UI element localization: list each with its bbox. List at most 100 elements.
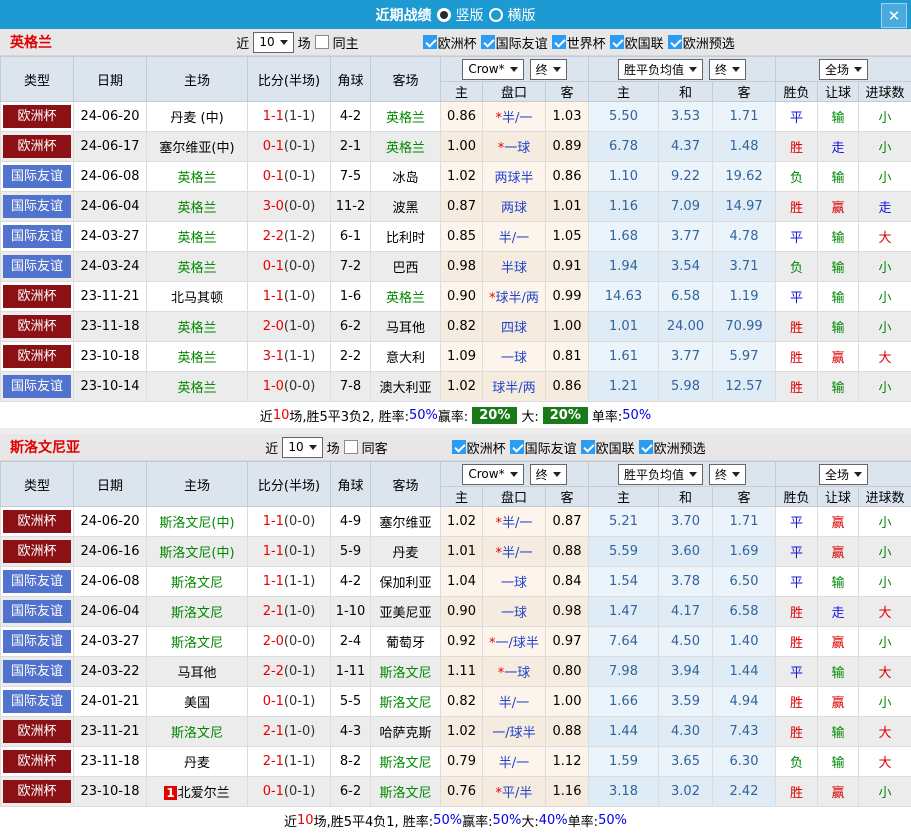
corner-cell: 4-2 [331, 567, 371, 597]
corner-cell: 6-2 [331, 777, 371, 807]
type-cell: 欧洲杯 [1, 102, 74, 132]
matches-suffix-label: 场 [327, 438, 340, 457]
vertical-layout-radio[interactable] [437, 8, 451, 22]
away-team-name: 英格兰 [386, 111, 425, 126]
home-team-name: 丹麦 [184, 756, 210, 771]
filter-bar: 近 10 场 同主 欧洲杯国际友谊世界杯欧国联欧洲预选 [236, 32, 734, 53]
home-handicap-odds-cell: 1.02 [441, 162, 483, 192]
type-cell: 欧洲杯 [1, 777, 74, 807]
chevron-down-icon [280, 40, 288, 45]
league-checkbox[interactable] [639, 440, 653, 454]
score-cell: 3-0(0-0) [248, 192, 331, 222]
handicap-result-cell: 输 [818, 312, 859, 342]
team-title: 斯洛文尼亚 [10, 437, 80, 457]
type-badge: 国际友谊 [3, 630, 71, 653]
handicap-cell: 一球 [483, 567, 546, 597]
league-checkbox[interactable] [481, 35, 495, 49]
type-badge: 欧洲杯 [3, 315, 71, 338]
win-odds-cell: 1.68 [589, 222, 659, 252]
bookmaker-select[interactable]: Crow* [462, 59, 523, 80]
home-team-name: 斯洛文尼(中) [159, 546, 234, 561]
result-cell: 胜 [776, 132, 818, 162]
league-checkbox[interactable] [610, 35, 624, 49]
away-team-cell: 马耳他 [371, 312, 441, 342]
league-checkbox[interactable] [581, 440, 595, 454]
matches-count-select[interactable]: 10 [282, 437, 322, 458]
away-team-cell: 英格兰 [371, 132, 441, 162]
away-team-cell: 冰岛 [371, 162, 441, 192]
league-label: 欧洲预选 [654, 438, 706, 457]
result-cell: 平 [776, 222, 818, 252]
league-checkbox[interactable] [423, 35, 437, 49]
away-handicap-odds-cell: 0.84 [546, 567, 589, 597]
home-handicap-odds-cell: 1.02 [441, 372, 483, 402]
away-team-name: 塞尔维亚 [379, 516, 431, 531]
matches-count-select[interactable]: 10 [253, 32, 293, 53]
same-venue-checkbox[interactable] [315, 35, 329, 49]
away-handicap-odds-cell: 0.87 [546, 507, 589, 537]
close-icon[interactable]: ✕ [881, 3, 907, 28]
draw-odds-cell: 3.59 [659, 687, 713, 717]
handicap-result-cell: 赢 [818, 507, 859, 537]
full-match-select[interactable]: 全场 [819, 464, 868, 485]
summary-segment: 10 [273, 408, 290, 423]
final-wdl-select[interactable]: 终 [709, 464, 746, 485]
wdl-average-select[interactable]: 胜平负均值 [618, 464, 703, 485]
type-cell: 欧洲杯 [1, 537, 74, 567]
vertical-layout-label: 竖版 [456, 5, 484, 25]
league-checkbox[interactable] [552, 35, 566, 49]
date-cell: 24-03-27 [74, 627, 147, 657]
final-odds-select[interactable]: 终 [530, 464, 567, 485]
result-cell: 平 [776, 102, 818, 132]
league-checkbox[interactable] [452, 440, 466, 454]
final-wdl-select[interactable]: 终 [709, 59, 746, 80]
full-time-score: 1-1 [263, 109, 284, 124]
near-label: 近 [236, 33, 249, 52]
win-odds-cell: 1.21 [589, 372, 659, 402]
league-checkbox[interactable] [510, 440, 524, 454]
handicap-value: 半/一 [502, 516, 532, 531]
summary-segment: 单率: [592, 406, 622, 425]
date-cell: 24-03-24 [74, 252, 147, 282]
away-handicap-odds-cell: 1.16 [546, 777, 589, 807]
wdl-average-select[interactable]: 胜平负均值 [618, 59, 703, 80]
half-time-score: (1-1) [284, 754, 315, 769]
full-time-score: 2-1 [263, 754, 284, 769]
home-team-name: 英格兰 [177, 381, 216, 396]
match-row: 国际友谊24-03-24英格兰0-1(0-0)7-2巴西0.98半球0.911.… [1, 252, 911, 282]
score-cell: 2-1(1-0) [248, 717, 331, 747]
home-handicap-odds-cell: 1.11 [441, 657, 483, 687]
full-time-score: 2-1 [263, 604, 284, 619]
away-team-cell: 比利时 [371, 222, 441, 252]
draw-odds-cell: 4.17 [659, 597, 713, 627]
handicap-value: 球半/两 [496, 291, 539, 306]
full-match-select[interactable]: 全场 [819, 59, 868, 80]
col-away: 客场 [371, 57, 441, 102]
draw-odds-cell: 7.09 [659, 192, 713, 222]
league-checkbox[interactable] [668, 35, 682, 49]
date-cell: 24-03-22 [74, 657, 147, 687]
draw-odds-cell: 3.77 [659, 222, 713, 252]
chevron-down-icon [854, 67, 862, 72]
sub-handicap: 盘口 [483, 82, 546, 102]
full-time-score: 3-0 [263, 199, 284, 214]
result-cell: 胜 [776, 717, 818, 747]
win-odds-cell: 1.01 [589, 312, 659, 342]
bookmaker-select[interactable]: Crow* [462, 464, 523, 485]
matches-table: 类型 日期 主场 比分(半场) 角球 客场 Crow* 终 胜平负均值 终 [0, 461, 911, 807]
half-time-score: (1-0) [284, 724, 315, 739]
away-handicap-odds-cell: 0.97 [546, 627, 589, 657]
goals-result-cell: 大 [859, 747, 911, 777]
date-cell: 23-11-21 [74, 717, 147, 747]
half-time-score: (1-0) [284, 289, 315, 304]
lose-odds-cell: 2.42 [713, 777, 776, 807]
near-label: 近 [265, 438, 278, 457]
win-odds-cell: 5.21 [589, 507, 659, 537]
horizontal-layout-radio[interactable] [489, 8, 503, 22]
same-venue-checkbox[interactable] [344, 440, 358, 454]
away-team-name: 保加利亚 [379, 576, 431, 591]
handicap-value: 半/一 [499, 696, 529, 711]
final-odds-select[interactable]: 终 [530, 59, 567, 80]
full-time-score: 2-0 [263, 319, 284, 334]
corner-cell: 5-5 [331, 687, 371, 717]
